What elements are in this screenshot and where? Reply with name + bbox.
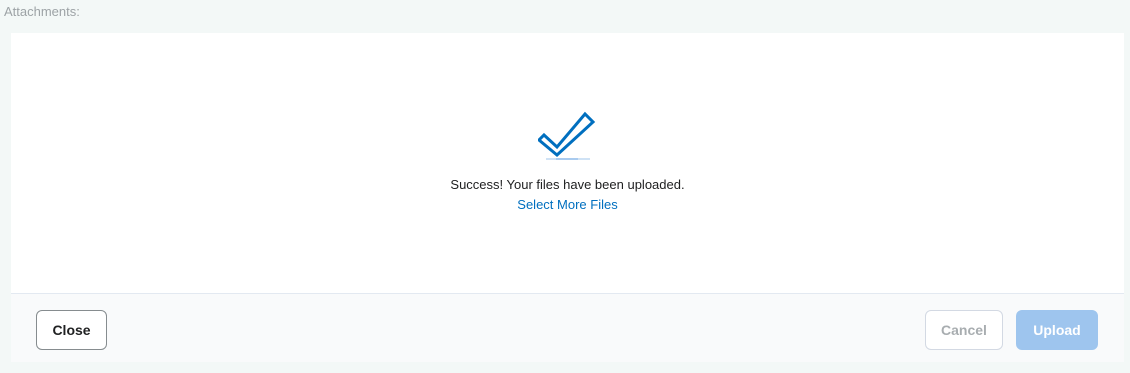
checkmark-icon: [538, 111, 596, 160]
upload-dialog: Success! Your files have been uploaded. …: [11, 33, 1124, 362]
close-button[interactable]: Close: [36, 310, 107, 350]
dialog-footer: Close Cancel Upload: [11, 293, 1124, 362]
attachments-label: Attachments:: [4, 4, 80, 19]
upload-button[interactable]: Upload: [1016, 310, 1098, 350]
success-message: Success! Your files have been uploaded.: [450, 177, 685, 192]
select-more-container: Select More Files: [11, 197, 1124, 212]
cancel-button[interactable]: Cancel: [925, 310, 1003, 350]
select-more-files-link[interactable]: Select More Files: [517, 197, 617, 212]
dialog-body: Success! Your files have been uploaded. …: [11, 33, 1124, 293]
